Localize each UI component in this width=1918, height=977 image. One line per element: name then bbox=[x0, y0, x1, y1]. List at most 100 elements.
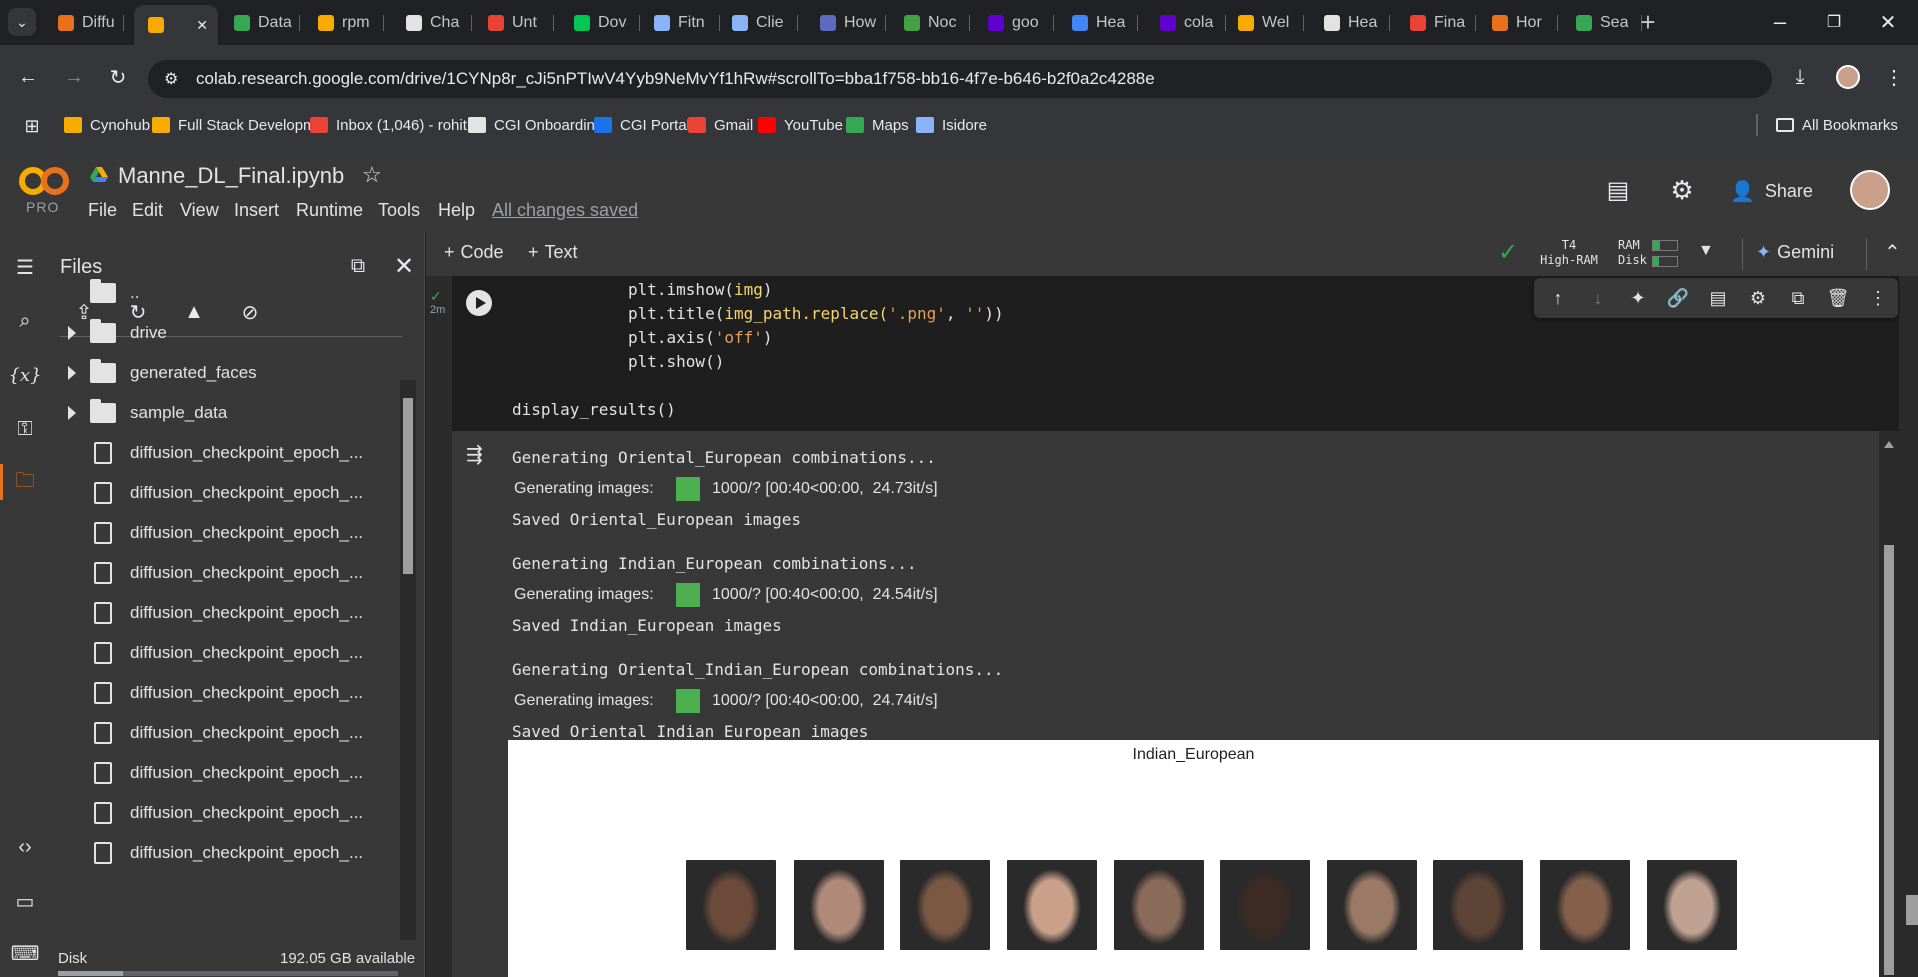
menu-view[interactable]: View bbox=[180, 200, 219, 221]
menu-tools[interactable]: Tools bbox=[378, 200, 420, 221]
url-text[interactable]: colab.research.google.com/drive/1CYNp8r_… bbox=[196, 69, 1155, 89]
page-scroll-thumb[interactable] bbox=[1906, 895, 1918, 925]
browser-tab[interactable]: rpm bbox=[304, 7, 384, 39]
profile-avatar[interactable] bbox=[1834, 63, 1862, 91]
resource-meter[interactable]: RAM Disk bbox=[1618, 238, 1647, 268]
bookmark-item[interactable]: Gmail bbox=[688, 112, 753, 138]
folder-row[interactable]: sample_data bbox=[68, 398, 227, 428]
bookmark-item[interactable]: CGI Onboarding bbox=[468, 112, 603, 138]
menu-insert[interactable]: Insert bbox=[234, 200, 279, 221]
share-button[interactable]: 👤 Share bbox=[1730, 176, 1813, 206]
new-tab-plus-icon[interactable]: + bbox=[1634, 7, 1662, 37]
download-icon[interactable]: ⤓ bbox=[1786, 63, 1814, 91]
file-row[interactable]: diffusion_checkpoint_epoch_... bbox=[90, 598, 363, 628]
menu-edit[interactable]: Edit bbox=[132, 200, 163, 221]
menu-file[interactable]: File bbox=[88, 200, 117, 221]
save-status-link[interactable]: All changes saved bbox=[492, 200, 638, 221]
menu-runtime[interactable]: Runtime bbox=[296, 200, 363, 221]
add-text-button[interactable]: + Text bbox=[528, 242, 578, 263]
expand-arrow-icon[interactable] bbox=[68, 406, 76, 420]
collapse-header-chevron-icon[interactable]: ⌃ bbox=[1884, 240, 1901, 265]
code-snippets-icon[interactable]: ‹› bbox=[10, 832, 40, 862]
menu-help[interactable]: Help bbox=[438, 200, 475, 221]
add-code-button[interactable]: + Code bbox=[444, 242, 504, 263]
parent-directory-row[interactable]: .. bbox=[90, 278, 139, 308]
terminal-icon[interactable]: ⌨ bbox=[10, 938, 40, 968]
more-kebab-icon[interactable]: ⋮ bbox=[1866, 286, 1890, 310]
gemini-button[interactable]: ✦ Gemini bbox=[1756, 242, 1834, 263]
star-notebook-icon[interactable]: ☆ bbox=[362, 162, 382, 188]
move-up-arrow-icon[interactable]: ↑ bbox=[1546, 286, 1570, 310]
secrets-key-icon[interactable]: ⚿ bbox=[10, 414, 40, 444]
file-row[interactable]: diffusion_checkpoint_epoch_... bbox=[90, 638, 363, 668]
browser-tab[interactable]: Hor bbox=[1478, 7, 1558, 39]
colab-logo-icon[interactable] bbox=[18, 164, 70, 198]
comment-icon[interactable]: ▤ bbox=[1706, 286, 1730, 310]
browser-tab[interactable]: goo bbox=[974, 7, 1054, 39]
close-window-icon[interactable]: ✕ bbox=[1874, 8, 1902, 36]
browser-tab[interactable]: Wel bbox=[1224, 7, 1304, 39]
output-toggle-icon[interactable]: ⇶ bbox=[466, 442, 483, 467]
browser-tab[interactable]: Unt bbox=[474, 7, 554, 39]
bookmark-item[interactable]: YouTube bbox=[758, 112, 843, 138]
file-row[interactable]: diffusion_checkpoint_epoch_... bbox=[90, 518, 363, 548]
browser-tab[interactable]: cola bbox=[1146, 7, 1226, 39]
browser-tab[interactable]: ✕ bbox=[134, 5, 218, 45]
bookmark-item[interactable]: Cynohub bbox=[64, 112, 150, 138]
run-cell-button[interactable] bbox=[466, 290, 492, 316]
user-avatar[interactable] bbox=[1850, 170, 1890, 210]
close-tab-icon[interactable]: ✕ bbox=[196, 17, 208, 34]
file-row[interactable]: diffusion_checkpoint_epoch_... bbox=[90, 558, 363, 588]
notebook-title[interactable]: Manne_DL_Final.ipynb bbox=[118, 163, 344, 189]
files-scrollbar[interactable] bbox=[400, 380, 416, 940]
hide-files-icon[interactable]: ⊘ bbox=[236, 298, 264, 326]
file-row[interactable]: diffusion_checkpoint_epoch_... bbox=[90, 798, 363, 828]
output-scroll-thumb[interactable] bbox=[1884, 545, 1894, 975]
browser-tab[interactable]: Cha bbox=[392, 7, 472, 39]
file-row[interactable]: diffusion_checkpoint_epoch_... bbox=[90, 678, 363, 708]
settings-gear-icon[interactable]: ⚙ bbox=[1668, 175, 1696, 205]
bookmark-item[interactable]: CGI Portal bbox=[594, 112, 690, 138]
file-row[interactable]: diffusion_checkpoint_epoch_... bbox=[90, 838, 363, 868]
variables-icon[interactable]: {x} bbox=[8, 360, 41, 390]
file-row[interactable]: diffusion_checkpoint_epoch_... bbox=[90, 758, 363, 788]
scroll-up-arrow-icon[interactable] bbox=[1884, 441, 1894, 448]
open-in-tab-icon[interactable]: ⧉ bbox=[344, 252, 372, 280]
file-row[interactable]: diffusion_checkpoint_epoch_... bbox=[90, 478, 363, 508]
move-down-arrow-icon[interactable]: ↓ bbox=[1586, 286, 1610, 310]
browser-tab[interactable]: Hea bbox=[1058, 7, 1138, 39]
mirror-cell-icon[interactable]: ⧉ bbox=[1786, 286, 1810, 310]
gemini-sparkle-icon[interactable]: ✦ bbox=[1626, 286, 1650, 310]
forward-arrow-icon[interactable]: → bbox=[60, 63, 88, 91]
link-icon[interactable]: 🔗 bbox=[1666, 286, 1690, 310]
bookmark-item[interactable]: Isidore bbox=[916, 112, 987, 138]
browser-tab[interactable]: Fitn bbox=[640, 7, 720, 39]
cell-settings-gear-icon[interactable]: ⚙ bbox=[1746, 286, 1770, 310]
restore-window-icon[interactable]: ❐ bbox=[1820, 8, 1848, 36]
runtime-dropdown-chevron-icon[interactable]: ▼ bbox=[1698, 242, 1714, 260]
folder-row[interactable]: generated_faces bbox=[68, 358, 257, 388]
browser-tab[interactable]: How bbox=[806, 7, 886, 39]
browser-menu-kebab-icon[interactable]: ⋮ bbox=[1880, 63, 1908, 91]
back-arrow-icon[interactable]: ← bbox=[14, 63, 42, 91]
browser-tab[interactable]: Hea bbox=[1310, 7, 1390, 39]
bookmark-item[interactable]: Full Stack Developm... bbox=[152, 112, 328, 138]
bookmark-item[interactable]: Inbox (1,046) - rohit... bbox=[310, 112, 479, 138]
browser-tab[interactable]: Clie bbox=[718, 7, 798, 39]
minimize-window-icon[interactable]: – bbox=[1766, 8, 1794, 36]
comments-icon[interactable]: ▤ bbox=[1604, 176, 1632, 204]
search-icon[interactable]: ⌕ bbox=[10, 306, 40, 336]
browser-tab[interactable]: Data bbox=[220, 7, 300, 39]
mount-drive-icon[interactable]: ▲ bbox=[180, 298, 208, 326]
table-of-contents-icon[interactable]: ☰ bbox=[10, 252, 40, 282]
output-scrollbar[interactable] bbox=[1880, 435, 1898, 977]
tab-search-chevron-icon[interactable]: ⌄ bbox=[8, 8, 36, 36]
command-palette-icon[interactable]: ▭ bbox=[10, 886, 40, 916]
runtime-type[interactable]: T4 High-RAM bbox=[1536, 238, 1602, 268]
files-folder-icon[interactable]: 🗀 bbox=[10, 468, 40, 498]
all-bookmarks-button[interactable]: All Bookmarks bbox=[1776, 112, 1898, 138]
expand-arrow-icon[interactable] bbox=[68, 326, 76, 340]
folder-row[interactable]: drive bbox=[68, 318, 167, 348]
site-info-icon[interactable]: ⚙ bbox=[164, 69, 178, 89]
file-row[interactable]: diffusion_checkpoint_epoch_... bbox=[90, 718, 363, 748]
